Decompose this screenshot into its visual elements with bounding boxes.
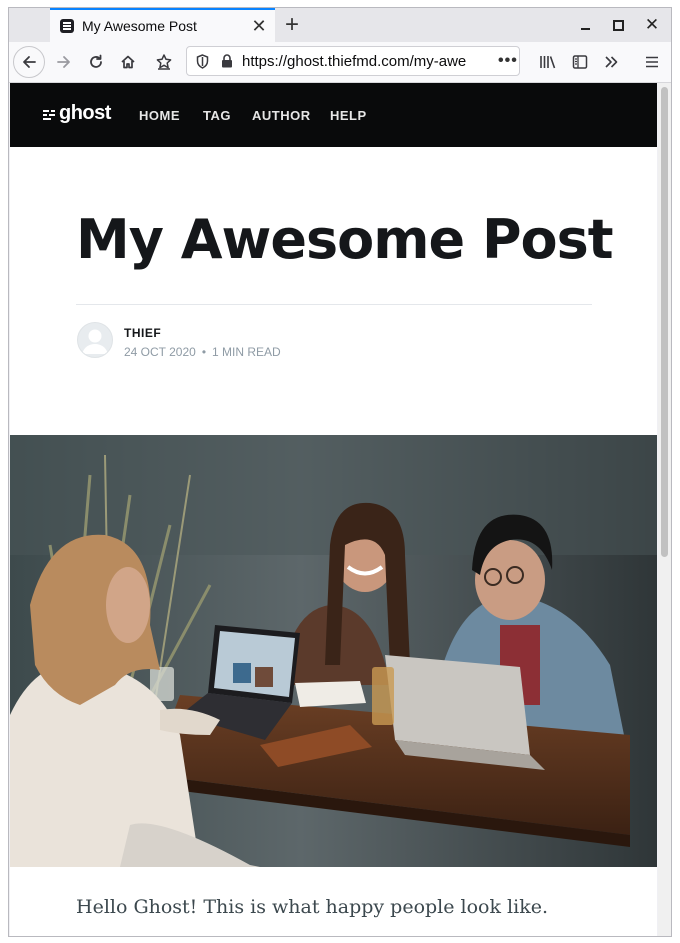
post-date: 24 OCT 2020	[124, 345, 196, 359]
new-tab-icon[interactable]: +	[279, 12, 305, 38]
nav-home[interactable]: HOME	[139, 108, 180, 123]
tab-strip: My Awesome Post ✕ + ✕	[9, 8, 671, 42]
ghost-logo-icon	[43, 108, 55, 120]
library-icon[interactable]	[533, 47, 563, 77]
forward-icon[interactable]	[49, 47, 79, 77]
post-title: My Awesome Post	[76, 208, 614, 271]
maximize-icon[interactable]	[605, 14, 631, 36]
feature-image	[10, 435, 657, 867]
nav-author[interactable]: AUTHOR	[252, 108, 311, 123]
minimize-icon[interactable]	[572, 14, 598, 36]
back-icon[interactable]	[13, 46, 45, 78]
meta-separator: •	[201, 345, 207, 359]
lock-icon[interactable]	[221, 54, 233, 68]
reading-time: 1 MIN READ	[212, 345, 281, 359]
tab-title: My Awesome Post	[82, 18, 197, 34]
site-logo[interactable]: ghost	[43, 102, 111, 125]
browser-tab[interactable]: My Awesome Post ✕	[50, 8, 275, 42]
sidebar-icon[interactable]	[565, 47, 595, 77]
header-divider	[76, 304, 592, 305]
tracking-protection-shield-icon[interactable]	[195, 53, 209, 69]
home-icon[interactable]	[113, 47, 143, 77]
author-name[interactable]: THIEF	[124, 326, 161, 340]
page-scrollbar[interactable]	[658, 83, 671, 936]
author-avatar[interactable]	[77, 322, 113, 358]
overflow-chevron-icon[interactable]	[596, 47, 626, 77]
post-meta: 24 OCT 2020 • 1 MIN READ	[124, 345, 281, 359]
navigation-toolbar: https://ghost.thiefmd.com/my-awe •••	[9, 42, 671, 83]
browser-window: My Awesome Post ✕ + ✕ https://ghost.thie…	[8, 7, 672, 937]
nav-tag[interactable]: TAG	[203, 108, 231, 123]
page-viewport: ghost HOME TAG AUTHOR HELP My Awesome Po…	[10, 83, 657, 936]
address-bar[interactable]: https://ghost.thiefmd.com/my-awe •••	[186, 46, 520, 76]
bookmark-star-icon[interactable]	[149, 47, 179, 77]
close-window-icon[interactable]: ✕	[639, 14, 665, 36]
close-tab-icon[interactable]: ✕	[249, 16, 269, 36]
url-text[interactable]: https://ghost.thiefmd.com/my-awe	[242, 53, 492, 70]
ghost-favicon-icon	[60, 19, 74, 33]
reload-icon[interactable]	[81, 47, 111, 77]
hamburger-menu-icon[interactable]	[637, 47, 667, 77]
page-actions-icon[interactable]: •••	[498, 52, 518, 70]
site-header: ghost HOME TAG AUTHOR HELP	[10, 83, 657, 147]
logo-text: ghost	[59, 102, 111, 124]
post-excerpt: Hello Ghost! This is what happy people l…	[76, 896, 548, 918]
nav-help[interactable]: HELP	[330, 108, 367, 123]
scrollbar-thumb[interactable]	[661, 87, 668, 557]
